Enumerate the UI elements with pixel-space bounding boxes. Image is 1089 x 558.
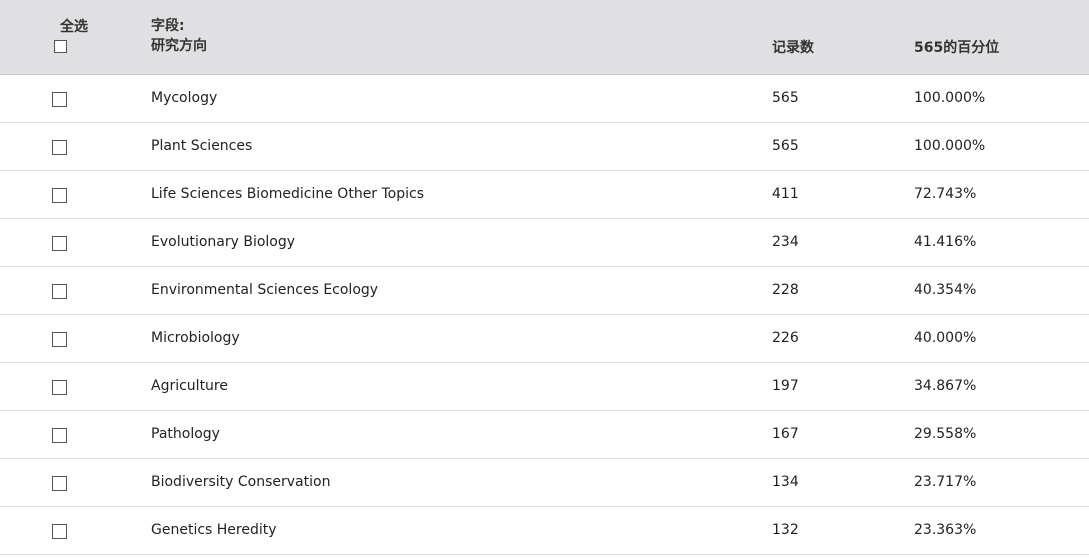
select-all-checkbox[interactable] <box>54 40 67 53</box>
record-count: 565 <box>772 90 799 106</box>
table-row: Agriculture 197 34.867% <box>0 363 1089 411</box>
percent-value: 72.743% <box>914 186 977 202</box>
percent-value: 29.558% <box>914 426 977 442</box>
field-label: 字段: <box>151 18 185 34</box>
table-row: Microbiology 226 40.000% <box>0 315 1089 363</box>
record-count: 134 <box>772 474 799 490</box>
table-row: Plant Sciences 565 100.000% <box>0 123 1089 171</box>
record-count: 132 <box>772 522 799 538</box>
research-area-name: Plant Sciences <box>151 138 253 154</box>
record-count: 411 <box>772 186 799 202</box>
table-row: Evolutionary Biology 234 41.416% <box>0 219 1089 267</box>
research-area-name: Microbiology <box>151 330 240 346</box>
percent-value: 40.354% <box>914 282 977 298</box>
research-area-name: Mycology <box>151 90 218 106</box>
research-area-name: Agriculture <box>151 378 228 394</box>
row-checkbox[interactable] <box>52 236 67 251</box>
percent-value: 41.416% <box>914 234 977 250</box>
row-checkbox[interactable] <box>52 284 67 299</box>
row-checkbox[interactable] <box>52 332 67 347</box>
table-row: Life Sciences Biomedicine Other Topics 4… <box>0 171 1089 219</box>
row-checkbox[interactable] <box>52 188 67 203</box>
research-area-name: Environmental Sciences Ecology <box>151 282 379 298</box>
record-count: 565 <box>772 138 799 154</box>
table-row: Environmental Sciences Ecology 228 40.35… <box>0 267 1089 315</box>
percent-value: 34.867% <box>914 378 977 394</box>
row-checkbox[interactable] <box>52 476 67 491</box>
percent-value: 23.717% <box>914 474 977 490</box>
percent-value: 40.000% <box>914 330 977 346</box>
table-row: Genetics Heredity 132 23.363% <box>0 507 1089 555</box>
record-count: 167 <box>772 426 799 442</box>
field-name: 研究方向 <box>151 38 207 54</box>
record-count: 234 <box>772 234 799 250</box>
table-row: Pathology 167 29.558% <box>0 411 1089 459</box>
results-table: 全选 字段: 研究方向 记录数 565的百分位 Mycology 565 100… <box>0 0 1089 555</box>
research-area-name: Pathology <box>151 426 220 442</box>
record-count: 226 <box>772 330 799 346</box>
research-area-name: Evolutionary Biology <box>151 234 296 250</box>
research-area-name: Genetics Heredity <box>151 522 277 538</box>
percent-value: 100.000% <box>914 90 986 106</box>
percent-value: 100.000% <box>914 138 986 154</box>
record-count-header: 记录数 <box>772 40 814 56</box>
record-count: 197 <box>772 378 799 394</box>
percent-header: 565的百分位 <box>914 40 1000 56</box>
table-row: Biodiversity Conservation 134 23.717% <box>0 459 1089 507</box>
record-count: 228 <box>772 282 799 298</box>
row-checkbox[interactable] <box>52 92 67 107</box>
research-area-name: Biodiversity Conservation <box>151 474 331 490</box>
field-header: 字段: 研究方向 <box>151 16 207 56</box>
research-area-name: Life Sciences Biomedicine Other Topics <box>151 186 425 202</box>
row-checkbox[interactable] <box>52 380 67 395</box>
row-checkbox[interactable] <box>52 524 67 539</box>
table-header: 全选 字段: 研究方向 记录数 565的百分位 <box>0 0 1089 75</box>
row-checkbox[interactable] <box>52 428 67 443</box>
select-all-label: 全选 <box>60 19 88 35</box>
row-checkbox[interactable] <box>52 140 67 155</box>
percent-value: 23.363% <box>914 522 977 538</box>
table-row: Mycology 565 100.000% <box>0 75 1089 123</box>
